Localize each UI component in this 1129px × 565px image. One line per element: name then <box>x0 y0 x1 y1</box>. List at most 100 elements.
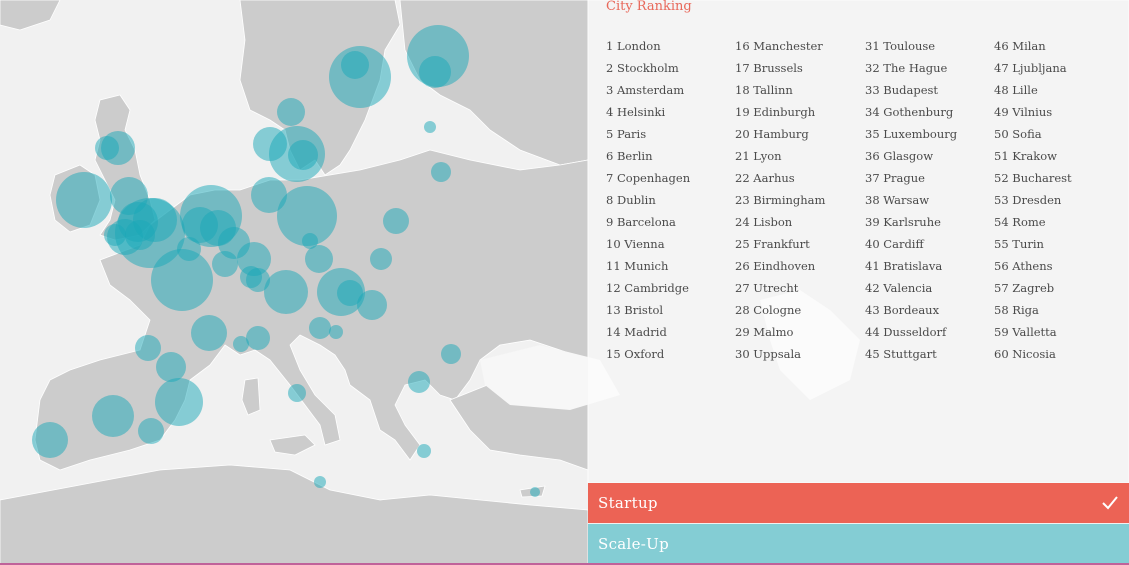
bubble-uppsala[interactable] <box>341 51 369 79</box>
ranking-item[interactable]: 54 Rome <box>994 213 1072 235</box>
bubble-budapest[interactable] <box>357 290 387 320</box>
ranking-item[interactable]: 20 Hamburg <box>735 125 825 147</box>
ranking-title: City Ranking <box>606 0 692 14</box>
ranking-item[interactable]: 4 Helsinki <box>606 103 690 125</box>
ranking-item[interactable]: 53 Dresden <box>994 191 1072 213</box>
ranking-item[interactable]: 19 Edinburgh <box>735 103 825 125</box>
ranking-item[interactable]: 42 Valencia <box>865 279 957 301</box>
bubble-vilnius[interactable] <box>431 162 451 182</box>
ranking-item[interactable]: 48 Lille <box>994 81 1072 103</box>
ranking-item[interactable]: 52 Bucharest <box>994 169 1072 191</box>
bubble-lyon[interactable] <box>191 315 227 351</box>
bubble-rome[interactable] <box>288 384 306 402</box>
bubble-barcelona[interactable] <box>155 378 203 426</box>
startup-tab[interactable]: Startup <box>588 483 1129 523</box>
ranking-item[interactable]: 57 Zagreb <box>994 279 1072 301</box>
bubble-bordeaux[interactable] <box>135 335 161 361</box>
ranking-item[interactable]: 30 Uppsala <box>735 345 825 367</box>
ranking-item[interactable]: 39 Karlsruhe <box>865 213 957 235</box>
ranking-item[interactable]: 43 Bordeaux <box>865 301 957 323</box>
ranking-item[interactable]: 41 Bratislava <box>865 257 957 279</box>
scale-up-tab[interactable]: Scale-Up <box>588 524 1129 565</box>
bubble-edinburgh[interactable] <box>101 131 135 165</box>
ranking-item[interactable]: 25 Frankfurt <box>735 235 825 257</box>
ranking-item[interactable]: 58 Riga <box>994 301 1072 323</box>
ranking-item[interactable]: 16 Manchester <box>735 37 825 59</box>
checkmark-icon <box>1102 496 1118 510</box>
bubble-krakow[interactable] <box>370 248 392 270</box>
ranking-item[interactable]: 27 Utrecht <box>735 279 825 301</box>
bubble-cologne[interactable] <box>212 251 238 277</box>
ranking-item[interactable]: 47 Ljubljana <box>994 59 1072 81</box>
ranking-item[interactable]: 8 Dublin <box>606 191 690 213</box>
ranking-item[interactable]: 18 Tallinn <box>735 81 825 103</box>
bubble-ljubljana[interactable] <box>309 317 331 339</box>
ranking-item[interactable]: 13 Bristol <box>606 301 690 323</box>
ranking-item[interactable]: 14 Madrid <box>606 323 690 345</box>
ranking-item[interactable]: 2 Stockholm <box>606 59 690 81</box>
bubble-toulouse[interactable] <box>156 352 186 382</box>
ranking-item[interactable]: 32 The Hague <box>865 59 957 81</box>
ranking-item[interactable]: 51 Krakow <box>994 147 1072 169</box>
ranking-item[interactable]: 31 Toulouse <box>865 37 957 59</box>
bubble-zagreb[interactable] <box>329 325 343 339</box>
ranking-item[interactable]: 49 Vilnius <box>994 103 1072 125</box>
ranking-item[interactable]: 9 Barcelona <box>606 213 690 235</box>
ranking-item[interactable]: 35 Luxembourg <box>865 125 957 147</box>
bubble-tallinn[interactable] <box>419 56 451 88</box>
ranking-item[interactable]: 33 Budapest <box>865 81 957 103</box>
ranking-item[interactable]: 5 Paris <box>606 125 690 147</box>
bubble-milan[interactable] <box>246 326 270 350</box>
bubble-athens[interactable] <box>417 444 431 458</box>
ranking-item[interactable]: 37 Prague <box>865 169 957 191</box>
ranking-item[interactable]: 22 Aarhus <box>735 169 825 191</box>
city-ranking-panel: City Ranking 1 London 2 Stockholm 3 Amster… <box>588 0 1129 483</box>
ranking-item[interactable]: 56 Athens <box>994 257 1072 279</box>
ranking-item[interactable]: 45 Stuttgart <box>865 345 957 367</box>
bubble-madrid[interactable] <box>92 395 134 437</box>
bubble-valletta[interactable] <box>314 476 326 488</box>
ranking-item[interactable]: 59 Valletta <box>994 323 1072 345</box>
bubble-sofia[interactable] <box>408 371 430 393</box>
ranking-item[interactable]: 28 Cologne <box>735 301 825 323</box>
ranking-item[interactable]: 40 Cardiff <box>865 235 957 257</box>
bubble-munich[interactable] <box>264 270 308 314</box>
bubble-oxford[interactable] <box>125 220 155 250</box>
ranking-item[interactable]: 15 Oxford <box>606 345 690 367</box>
ranking-item[interactable]: 29 Malmo <box>735 323 825 345</box>
ranking-item[interactable]: 26 Eindhoven <box>735 257 825 279</box>
ranking-item[interactable]: 36 Glasgow <box>865 147 957 169</box>
bubble-lisbon[interactable] <box>32 422 68 458</box>
ranking-item[interactable]: 38 Warsaw <box>865 191 957 213</box>
ranking-item[interactable]: 50 Sofia <box>994 125 1072 147</box>
ranking-item[interactable]: 46 Milan <box>994 37 1072 59</box>
ranking-item[interactable]: 6 Berlin <box>606 147 690 169</box>
ranking-item[interactable]: 3 Amsterdam <box>606 81 690 103</box>
ranking-item[interactable]: 21 Lyon <box>735 147 825 169</box>
bubble-gothenburg[interactable] <box>277 98 305 126</box>
ranking-item[interactable]: 1 London <box>606 37 690 59</box>
bubble-malmo[interactable] <box>288 140 318 170</box>
bubble-riga[interactable] <box>424 121 436 133</box>
bubble-turin[interactable] <box>233 336 249 352</box>
ranking-item[interactable]: 7 Copenhagen <box>606 169 690 191</box>
ranking-item[interactable]: 55 Turin <box>994 235 1072 257</box>
ranking-item[interactable]: 60 Nicosia <box>994 345 1072 367</box>
bubble-valencia[interactable] <box>138 418 164 444</box>
ranking-item[interactable]: 34 Gothenburg <box>865 103 957 125</box>
ranking-item[interactable]: 11 Munich <box>606 257 690 279</box>
bubble-paris[interactable] <box>151 249 213 311</box>
ranking-item[interactable]: 24 Lisbon <box>735 213 825 235</box>
bubble-warsaw[interactable] <box>383 208 409 234</box>
bubble-cardiff[interactable] <box>104 224 126 246</box>
bubble-nicosia[interactable] <box>530 487 540 497</box>
ranking-item[interactable]: 17 Brussels <box>735 59 825 81</box>
ranking-item[interactable]: 10 Vienna <box>606 235 690 257</box>
bubble-bucharest[interactable] <box>441 344 461 364</box>
ranking-item[interactable]: 23 Birmingham <box>735 191 825 213</box>
bubble-dresden[interactable] <box>305 245 333 273</box>
ranking-item[interactable]: 44 Dusseldorf <box>865 323 957 345</box>
startup-tab-label: Startup <box>598 494 658 512</box>
bubble-dublin[interactable] <box>56 172 112 228</box>
ranking-item[interactable]: 12 Cambridge <box>606 279 690 301</box>
